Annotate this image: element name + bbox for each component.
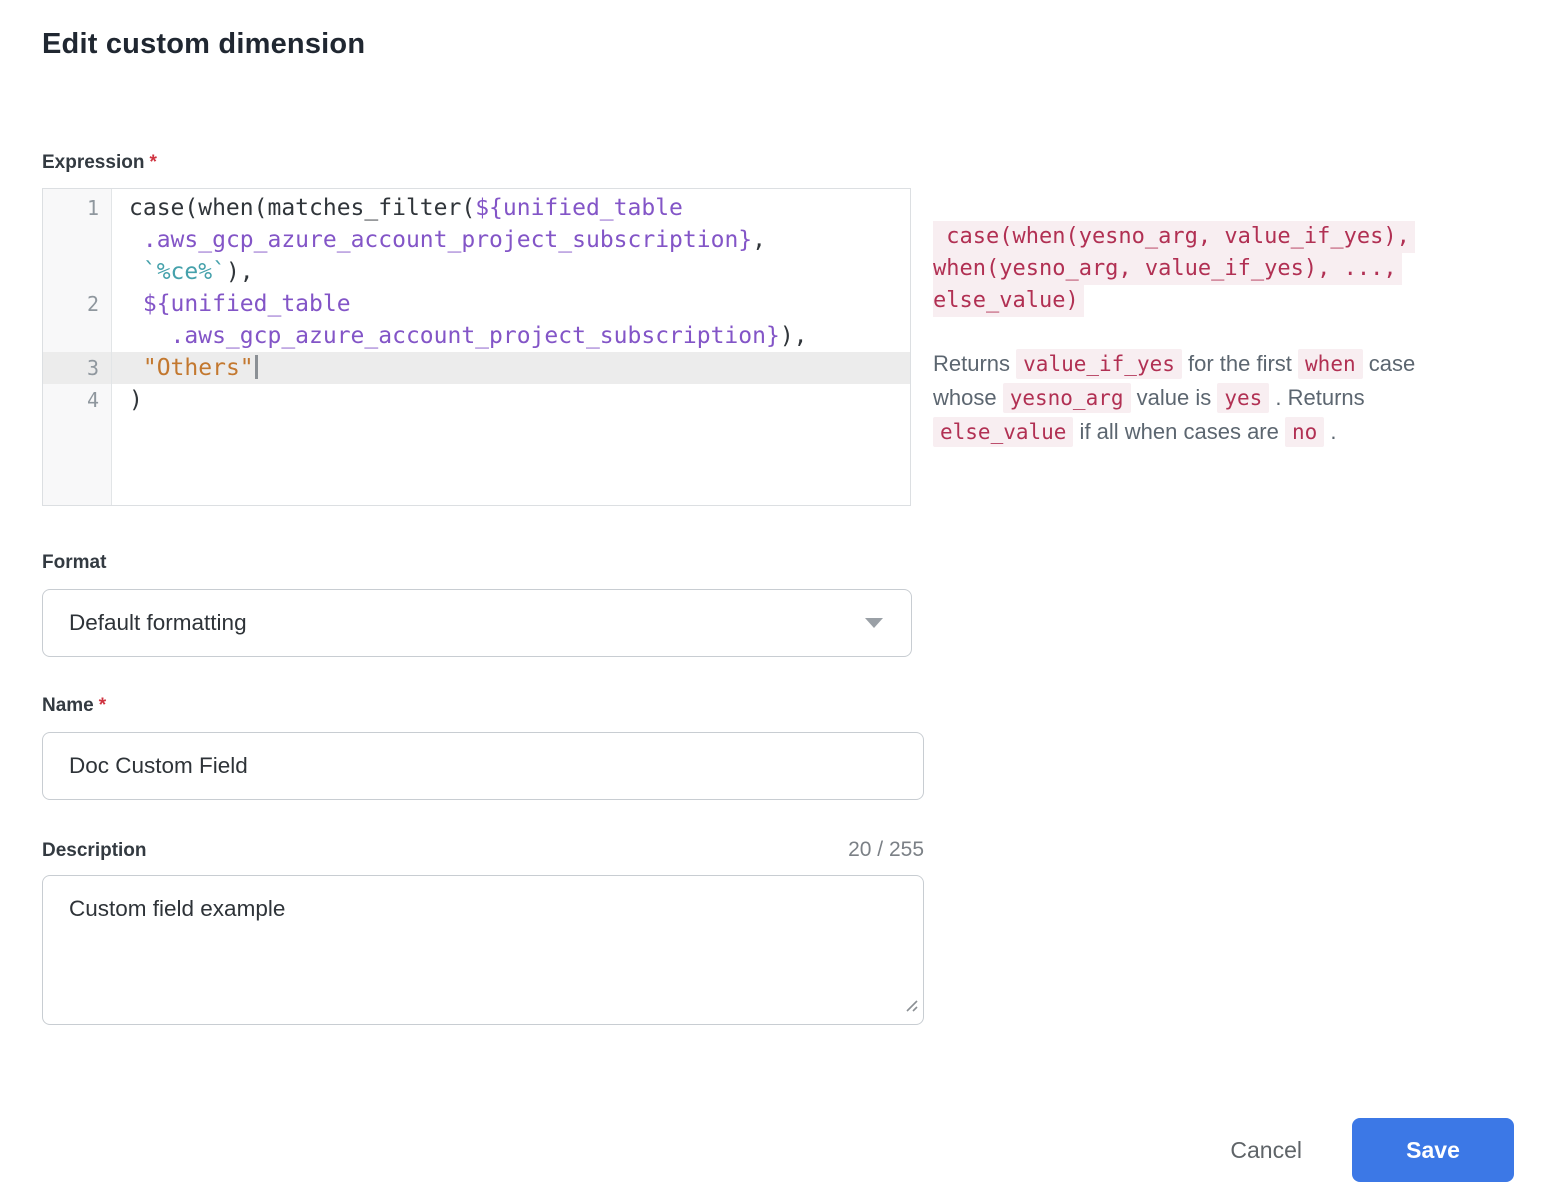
line-number bbox=[43, 224, 111, 256]
code-line[interactable]: .aws_gcp_azure_account_project_subscript… bbox=[43, 320, 910, 352]
description-section: Description 20 / 255 Custom field exampl… bbox=[42, 838, 924, 1025]
edit-custom-dimension-dialog: Edit custom dimension Expression* 1case(… bbox=[0, 0, 1554, 1025]
line-number: 3 bbox=[43, 352, 111, 384]
save-button[interactable]: Save bbox=[1352, 1118, 1514, 1182]
function-signature: case(when(yesno_arg, value_if_yes),when(… bbox=[933, 221, 1481, 317]
name-input[interactable] bbox=[42, 732, 924, 800]
inline-code-chip: no bbox=[1285, 417, 1324, 447]
dialog-footer: Cancel Save bbox=[1230, 1118, 1514, 1182]
name-section: Name* bbox=[42, 694, 924, 800]
inline-code-chip: else_value bbox=[933, 417, 1073, 447]
form-column: Expression* 1case(when(matches_filter(${… bbox=[42, 151, 924, 1025]
text-cursor bbox=[255, 355, 258, 379]
description-label: Description bbox=[42, 839, 147, 863]
code-text: ) bbox=[111, 384, 143, 416]
code-line[interactable]: 4) bbox=[43, 384, 910, 416]
inline-code-chip: yesno_arg bbox=[1003, 383, 1131, 413]
required-asterisk: * bbox=[149, 152, 156, 173]
code-line[interactable]: .aws_gcp_azure_account_project_subscript… bbox=[43, 224, 910, 256]
required-asterisk: * bbox=[99, 695, 106, 716]
code-line[interactable]: `%ce%`), bbox=[43, 256, 910, 288]
line-number: 2 bbox=[43, 288, 111, 320]
code-line[interactable]: 3 "Others" bbox=[43, 352, 910, 384]
code-line[interactable]: 2 ${unified_table bbox=[43, 288, 910, 320]
description-textarea[interactable]: Custom field example bbox=[42, 875, 924, 1025]
format-label: Format bbox=[42, 551, 924, 575]
name-label: Name* bbox=[42, 694, 924, 718]
function-help-panel: case(when(yesno_arg, value_if_yes),when(… bbox=[933, 151, 1481, 449]
chevron-down-icon bbox=[865, 618, 883, 628]
line-number bbox=[43, 320, 111, 352]
expression-label-text: Expression bbox=[42, 152, 144, 173]
page-title: Edit custom dimension bbox=[42, 28, 1514, 61]
line-number bbox=[43, 256, 111, 288]
line-number: 4 bbox=[43, 384, 111, 416]
resize-handle-icon[interactable] bbox=[904, 998, 918, 1017]
code-text: .aws_gcp_azure_account_project_subscript… bbox=[111, 320, 808, 352]
description-textarea-wrap: Custom field example bbox=[42, 875, 924, 1025]
line-number: 1 bbox=[43, 192, 111, 224]
dialog-body: Expression* 1case(when(matches_filter(${… bbox=[42, 151, 1514, 1025]
format-section: Format Default formatting bbox=[42, 551, 924, 657]
character-counter: 20 / 255 bbox=[848, 838, 924, 862]
expression-code-lines: 1case(when(matches_filter(${unified_tabl… bbox=[43, 189, 910, 416]
code-text: "Others" bbox=[111, 352, 258, 384]
code-line[interactable]: 1case(when(matches_filter(${unified_tabl… bbox=[43, 192, 910, 224]
format-select[interactable]: Default formatting bbox=[42, 589, 912, 657]
function-description: Returns value_if_yes for the first when … bbox=[933, 347, 1481, 449]
code-text: .aws_gcp_azure_account_project_subscript… bbox=[111, 224, 766, 256]
inline-code-chip: value_if_yes bbox=[1016, 349, 1182, 379]
name-label-text: Name bbox=[42, 695, 94, 716]
expression-label: Expression* bbox=[42, 151, 924, 175]
cancel-button[interactable]: Cancel bbox=[1230, 1137, 1302, 1164]
code-text: ${unified_table bbox=[111, 288, 351, 320]
expression-editor[interactable]: 1case(when(matches_filter(${unified_tabl… bbox=[42, 188, 911, 506]
inline-code-chip: yes bbox=[1217, 383, 1269, 413]
code-text: `%ce%`), bbox=[111, 256, 254, 288]
inline-code-chip: when bbox=[1298, 349, 1363, 379]
format-selected-value: Default formatting bbox=[69, 610, 247, 636]
code-text: case(when(matches_filter(${unified_table bbox=[111, 192, 683, 224]
description-label-row: Description 20 / 255 bbox=[42, 838, 924, 863]
